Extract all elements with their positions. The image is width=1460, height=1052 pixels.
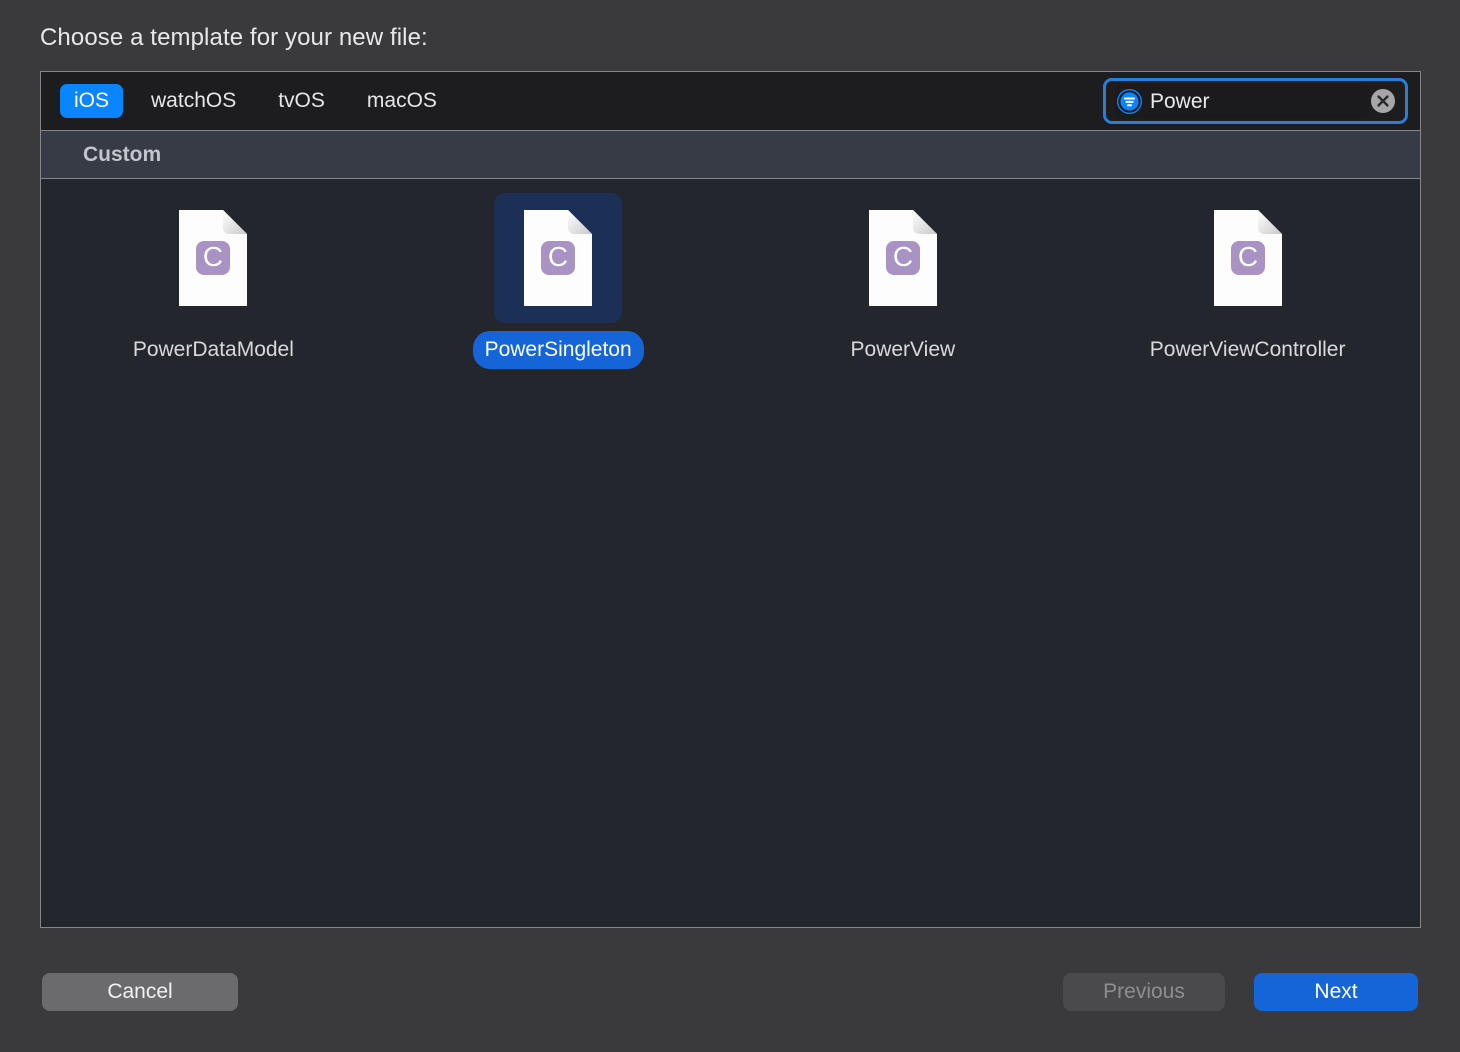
cancel-button[interactable]: Cancel (42, 973, 238, 1011)
c-source-file-icon: C (868, 210, 937, 306)
search-input-area[interactable]: Power (1115, 84, 1370, 118)
svg-text:C: C (548, 241, 568, 272)
template-item-powerview[interactable]: C PowerView (731, 191, 1076, 369)
template-grid: C PowerDataModel C PowerSingleton C Powe… (41, 179, 1420, 927)
c-source-file-icon: C (1213, 210, 1282, 306)
tab-tvos[interactable]: tvOS (264, 84, 339, 118)
template-icon-container: C (494, 193, 623, 323)
search-input[interactable]: Power (1150, 91, 1370, 112)
template-chooser-panel: iOS watchOS tvOS macOS Power Custom C Po… (40, 71, 1421, 928)
template-icon-container: C (839, 193, 967, 323)
section-header-custom: Custom (41, 130, 1420, 179)
template-icon-container: C (149, 193, 277, 323)
svg-text:C: C (893, 241, 913, 272)
svg-text:C: C (1238, 241, 1258, 272)
template-label: PowerSingleton (472, 331, 644, 369)
tab-macos[interactable]: macOS (353, 84, 451, 118)
template-label: PowerDataModel (132, 338, 294, 361)
next-button[interactable]: Next (1254, 973, 1418, 1011)
template-search-field[interactable]: Power (1103, 78, 1408, 124)
page-title: Choose a template for your new file: (40, 24, 428, 51)
section-header-label: Custom (83, 142, 162, 166)
previous-button[interactable]: Previous (1063, 973, 1225, 1011)
c-source-file-icon: C (524, 210, 593, 306)
template-item-powerviewcontroller[interactable]: C PowerViewController (1075, 191, 1420, 369)
filter-icon (1116, 88, 1143, 115)
c-source-file-icon: C (179, 210, 248, 306)
template-item-powerdatamodel[interactable]: C PowerDataModel (41, 191, 386, 369)
svg-text:C: C (203, 241, 223, 272)
template-label: PowerView (850, 338, 956, 361)
clear-icon[interactable] (1370, 88, 1396, 114)
template-label: PowerViewController (1149, 338, 1346, 361)
tab-watchos[interactable]: watchOS (137, 84, 250, 118)
platform-tab-bar: iOS watchOS tvOS macOS Power (41, 72, 1420, 130)
tab-ios[interactable]: iOS (60, 84, 124, 118)
template-item-powersingleton[interactable]: C PowerSingleton (386, 191, 731, 369)
template-icon-container: C (1184, 193, 1312, 323)
